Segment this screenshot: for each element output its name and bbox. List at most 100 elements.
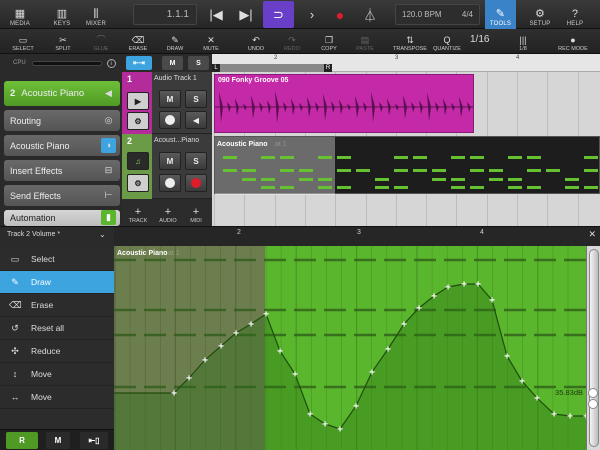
track-strip-2[interactable]: 2 Acoust...Piano ♫ ⚙ M S [122,134,212,199]
draw-tool-button[interactable]: ✎ DRAW [162,29,188,54]
redo-button[interactable]: ↷ REDO [279,29,305,54]
record-automation-button[interactable]: R [6,432,38,449]
automation-point[interactable]: + [489,296,495,307]
automation-point[interactable]: + [233,329,239,340]
rec-mode-button[interactable]: ● REC MODE [556,29,590,54]
zoom-knob-top[interactable] [588,388,598,398]
automation-point[interactable]: + [431,292,437,303]
track-2-instrument-button[interactable]: ♫ [127,152,149,170]
routing-item[interactable]: Routing ◎ [4,110,120,131]
automation-point[interactable]: + [307,410,313,421]
undo-button[interactable]: ↶ UNDO [243,29,269,54]
audio-clip[interactable]: 090 Fonky Groove 05 [214,74,474,133]
automation-item[interactable]: Automation ▮ [4,210,120,226]
track-2-solo-button[interactable]: S [185,152,207,170]
tool-move-vertical[interactable]: ↕ Move [0,363,114,386]
instrument-clip[interactable]: Acoustic Piano at 1 [214,136,600,195]
track-1-solo-button[interactable]: S [185,90,207,108]
track-2-record-arm-button[interactable] [185,174,207,192]
info-icon[interactable]: i [106,58,116,68]
go-to-start-button[interactable]: |◀ [202,2,230,27]
select-tool-button[interactable]: ▭ SELECT [10,29,36,54]
automation-point[interactable]: + [534,394,540,405]
automation-point[interactable]: + [248,320,254,331]
automation-point[interactable]: + [385,345,391,356]
left-locator[interactable]: L [212,64,220,72]
automation-point[interactable]: + [277,347,283,358]
tool-reset-all[interactable]: ↺ Reset all [0,317,114,340]
track-1-play-button[interactable]: ▶ [127,92,149,110]
track-strip-1[interactable]: 1 Audio Track 1 ▶ ⚙ M S ◀ [122,72,212,134]
mixer-button[interactable]: ⫼ MIXER [82,0,110,29]
automation-curve[interactable]: ++++++++++++++++++++++++++++ [114,246,586,450]
erase-tool-button[interactable]: ⌫ ERASE [125,29,151,54]
send-effects-item[interactable]: Send Effects ⊢ [4,185,120,206]
metronome-toggle[interactable]: M [46,432,70,449]
quantize-value[interactable]: 1/16 [470,34,489,45]
track-2-monitor-button[interactable] [159,174,181,192]
automation-point[interactable]: + [337,425,343,436]
arrange-view[interactable]: L R 2 3 4 090 Fonky Groove 05 Acoustic P… [212,54,600,226]
position-display[interactable]: 1.1.1 [133,4,197,25]
tools-button[interactable]: ✎ TOOLS [485,0,516,29]
grid-button[interactable]: ||| 1/8 [510,29,536,54]
zoom-knob-bottom[interactable] [588,399,598,409]
automation-point[interactable]: + [292,370,298,381]
setup-button[interactable]: ⚙ SETUP [526,0,554,29]
keys-button[interactable]: ▥ KEYS [48,0,76,29]
automation-point[interactable]: + [322,420,328,431]
metronome-button[interactable]: ⏃ [356,2,384,27]
snap-toggle[interactable]: ⇤▯ [80,432,108,449]
instrument-item[interactable]: Acoustic Piano ◑ [4,135,120,156]
track-list-toggle[interactable]: ⇤⇥ [126,56,152,70]
insert-effects-item[interactable]: Insert Effects ⊟ [4,160,120,181]
automation-point[interactable]: + [401,320,407,331]
automation-point[interactable]: + [551,410,557,421]
track-2-settings-button[interactable]: ⚙ [127,174,149,192]
automation-point[interactable]: + [263,310,269,321]
automation-point[interactable]: + [519,377,525,388]
loop-button[interactable]: ⊃ [263,1,294,28]
paste-button[interactable]: ▤ PASTE [352,29,378,54]
track-1-mute-button[interactable]: M [159,90,181,108]
automation-point[interactable]: + [171,389,177,400]
tool-move-horizontal[interactable]: ↔ Move [0,386,114,409]
go-to-end-button[interactable]: ▶| [232,2,260,27]
selected-track-header[interactable]: 2 Acoustic Piano ◀ [4,81,120,106]
transpose-button[interactable]: ⇅ TRANSPOSE [392,29,428,54]
track-1-monitor-button[interactable] [159,111,181,129]
track-2-mute-button[interactable]: M [159,152,181,170]
automation-point[interactable]: + [186,374,192,385]
track-1-volume-button[interactable]: ◀ [185,111,207,129]
automation-point[interactable]: + [475,280,481,291]
automation-point[interactable]: + [369,368,375,379]
automation-point[interactable]: + [504,352,510,363]
loop-range[interactable] [212,64,332,72]
automation-point[interactable]: + [567,412,573,423]
tool-select[interactable]: ▭ Select [0,248,114,271]
global-mute-button[interactable]: M [162,56,183,70]
chevron-down-icon[interactable]: ⌄ [99,230,106,239]
editor-ruler[interactable]: 2 3 4 [114,227,600,247]
global-solo-button[interactable]: S [188,56,209,70]
arrange-ruler[interactable]: L R 2 3 4 [212,54,600,72]
automation-point[interactable]: + [416,304,422,315]
quantize-button[interactable]: Q QUANTIZE [430,29,464,54]
automation-point[interactable]: + [353,402,359,413]
automation-point[interactable]: + [445,283,451,294]
vertical-zoom-scrollbar[interactable] [586,246,600,450]
automation-point[interactable]: + [202,356,208,367]
record-button[interactable]: ● [326,2,354,27]
play-button[interactable]: › [298,2,326,27]
automation-point[interactable]: + [218,342,224,353]
help-button[interactable]: ? HELP [562,0,588,29]
media-button[interactable]: ▦ MEDIA [6,0,34,29]
close-editor-button[interactable]: ✕ [588,229,596,240]
automation-point[interactable]: + [461,280,467,291]
add-audio-button[interactable]: + AUDIO [155,202,181,225]
automation-parameter-select[interactable]: Track 2 Volume * [7,231,60,238]
tempo-display[interactable]: 120.0 BPM 4/4 [395,4,480,25]
glue-tool-button[interactable]: ⌒ GLUE [88,29,114,54]
right-locator[interactable]: R [324,64,332,72]
add-track-button[interactable]: + TRACK [125,202,151,225]
